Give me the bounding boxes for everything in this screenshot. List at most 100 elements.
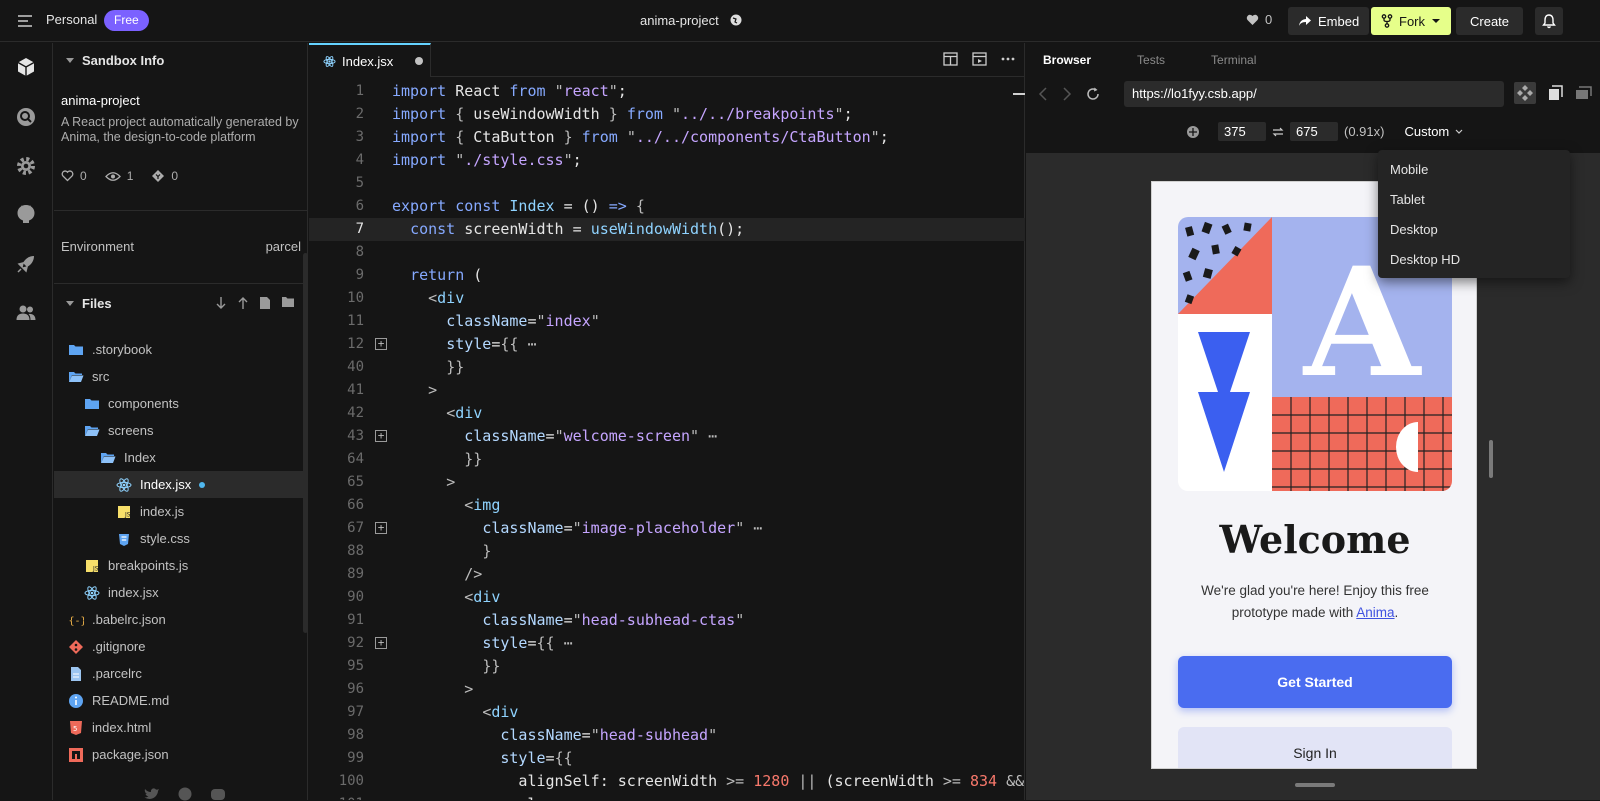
file-item[interactable]: style.css [54,525,308,552]
code-line[interactable]: 41 > [309,379,1025,402]
code-area[interactable]: 1 import React from "react"; 2 import { use… [309,77,1025,800]
fold-toggle-icon[interactable]: + [375,338,387,350]
width-input[interactable]: 375 [1218,122,1266,141]
code-line[interactable]: 99 style={{ [309,747,1025,770]
code-line[interactable]: 64 }} [309,448,1025,471]
file-item[interactable]: JS index.js [54,498,308,525]
rocket-icon[interactable] [15,253,37,275]
new-folder-icon[interactable] [281,296,295,308]
file-item[interactable]: screens [54,417,308,444]
height-input[interactable]: 675 [1290,122,1338,141]
file-item[interactable]: README.md [54,687,308,714]
users-icon[interactable] [15,302,37,324]
discord-icon[interactable] [210,787,226,801]
code-line[interactable]: 40 }} [309,356,1025,379]
sidebar-scrollbar[interactable] [303,253,308,633]
split-view-icon[interactable] [943,52,958,66]
plan-badge[interactable]: Free [104,10,149,31]
fold-toggle-icon[interactable]: + [375,637,387,649]
code-line[interactable]: 3 import { CtaButton } from "../../compon… [309,126,1025,149]
sandbox-info-header[interactable]: Sandbox Info [54,43,308,77]
file-item[interactable]: JS breakpoints.js [54,552,308,579]
file-item[interactable]: .storybook [54,336,308,363]
fork-button[interactable]: Fork [1371,7,1451,35]
code-line[interactable]: 11 className="index" [309,310,1025,333]
cube-icon[interactable] [15,56,37,78]
code-line[interactable]: 66 <img [309,494,1025,517]
bottom-resize-handle[interactable] [1295,783,1335,787]
create-button[interactable]: Create [1456,7,1524,35]
code-line[interactable]: 97 <div [309,701,1025,724]
crosshair-icon[interactable] [1186,125,1200,139]
search-icon[interactable] [15,106,37,128]
file-item[interactable]: components [54,390,308,417]
file-item[interactable]: Index.jsx [54,471,308,498]
fold-toggle-icon[interactable]: + [375,430,387,442]
chevron-down-icon[interactable] [1431,18,1441,24]
fold-toggle-icon[interactable]: + [375,522,387,534]
file-item[interactable]: {-} .babelrc.json [54,606,308,633]
likes-counter[interactable]: 0 [1246,12,1272,27]
code-line[interactable]: 9 return ( [309,264,1025,287]
code-line[interactable]: 96 > [309,678,1025,701]
github-small-icon[interactable] [178,787,192,801]
code-line[interactable]: 89 /> [309,563,1025,586]
file-item[interactable]: Index [54,444,308,471]
preset-option-tablet[interactable]: Tablet [1378,185,1570,215]
code-line[interactable]: 1 import React from "react"; [309,80,1025,103]
project-title[interactable]: anima-project [640,13,719,28]
code-line[interactable]: 67 + className="image-placeholder" ⋯ [309,517,1025,540]
code-line[interactable]: 6 export const Index = () => { [309,195,1025,218]
file-item[interactable]: .gitignore [54,633,308,660]
code-line[interactable]: 12 + style={{ ⋯ [309,333,1025,356]
code-line[interactable]: 90 <div [309,586,1025,609]
code-line[interactable]: 5 [309,172,1025,195]
code-line[interactable]: 8 [309,241,1025,264]
resize-handle[interactable] [1489,440,1493,478]
file-item[interactable]: .parcelrc [54,660,308,687]
arrow-down-icon[interactable] [215,296,227,310]
new-window-button[interactable] [1544,82,1566,104]
tab-terminal[interactable]: Terminal [1211,53,1256,67]
code-line[interactable]: 88 } [309,540,1025,563]
code-line[interactable]: 10 <div [309,287,1025,310]
code-line[interactable]: 100 alignSelf: screenWidth >= 1280 || (s… [309,770,1025,793]
preset-select[interactable]: Custom [1404,124,1449,139]
code-line[interactable]: 7 const screenWidth = useWindowWidth(); [309,218,1025,241]
tab-browser[interactable]: Browser [1043,53,1091,67]
code-line[interactable]: 43 + className="welcome-screen" ⋯ [309,425,1025,448]
menu-icon[interactable] [16,12,34,30]
anima-link[interactable]: Anima [1356,605,1394,620]
chevron-down-icon[interactable] [1455,129,1463,134]
tab-index-jsx[interactable]: Index.jsx [309,43,431,77]
embed-button[interactable]: Embed [1288,7,1370,35]
forward-icon[interactable] [1062,87,1072,101]
code-line[interactable]: 42 <div [309,402,1025,425]
more-icon[interactable] [1001,52,1015,66]
swap-icon[interactable] [1272,127,1284,137]
get-started-button[interactable]: Get Started [1178,656,1452,708]
code-line[interactable]: 4 import "./style.css"; [309,149,1025,172]
tab-tests[interactable]: Tests [1137,53,1165,67]
preset-option-desktop[interactable]: Desktop [1378,215,1570,245]
code-line[interactable]: 91 className="head-subhead-ctas" [309,609,1025,632]
file-item[interactable]: package.json [54,741,308,768]
layout-button[interactable] [1572,82,1594,104]
code-line[interactable]: 95 }} [309,655,1025,678]
preset-option-desktop-hd[interactable]: Desktop HD [1378,245,1570,275]
gear-icon[interactable] [15,155,37,177]
github-icon[interactable] [15,203,37,225]
url-input[interactable]: https://lo1fyy.csb.app/ [1124,81,1504,107]
twitter-icon[interactable] [144,787,160,801]
arrow-up-icon[interactable] [237,296,249,310]
refresh-icon[interactable] [1086,87,1100,101]
code-line[interactable]: 92 + style={{ ⋯ [309,632,1025,655]
devtools-button[interactable] [1514,82,1536,104]
file-item[interactable]: src [54,363,308,390]
preview-icon[interactable] [972,52,987,66]
code-line[interactable]: 65 > [309,471,1025,494]
preset-option-mobile[interactable]: Mobile [1378,155,1570,185]
workspace-name[interactable]: Personal [46,12,97,27]
notifications-button[interactable] [1535,7,1563,35]
back-icon[interactable] [1038,87,1048,101]
